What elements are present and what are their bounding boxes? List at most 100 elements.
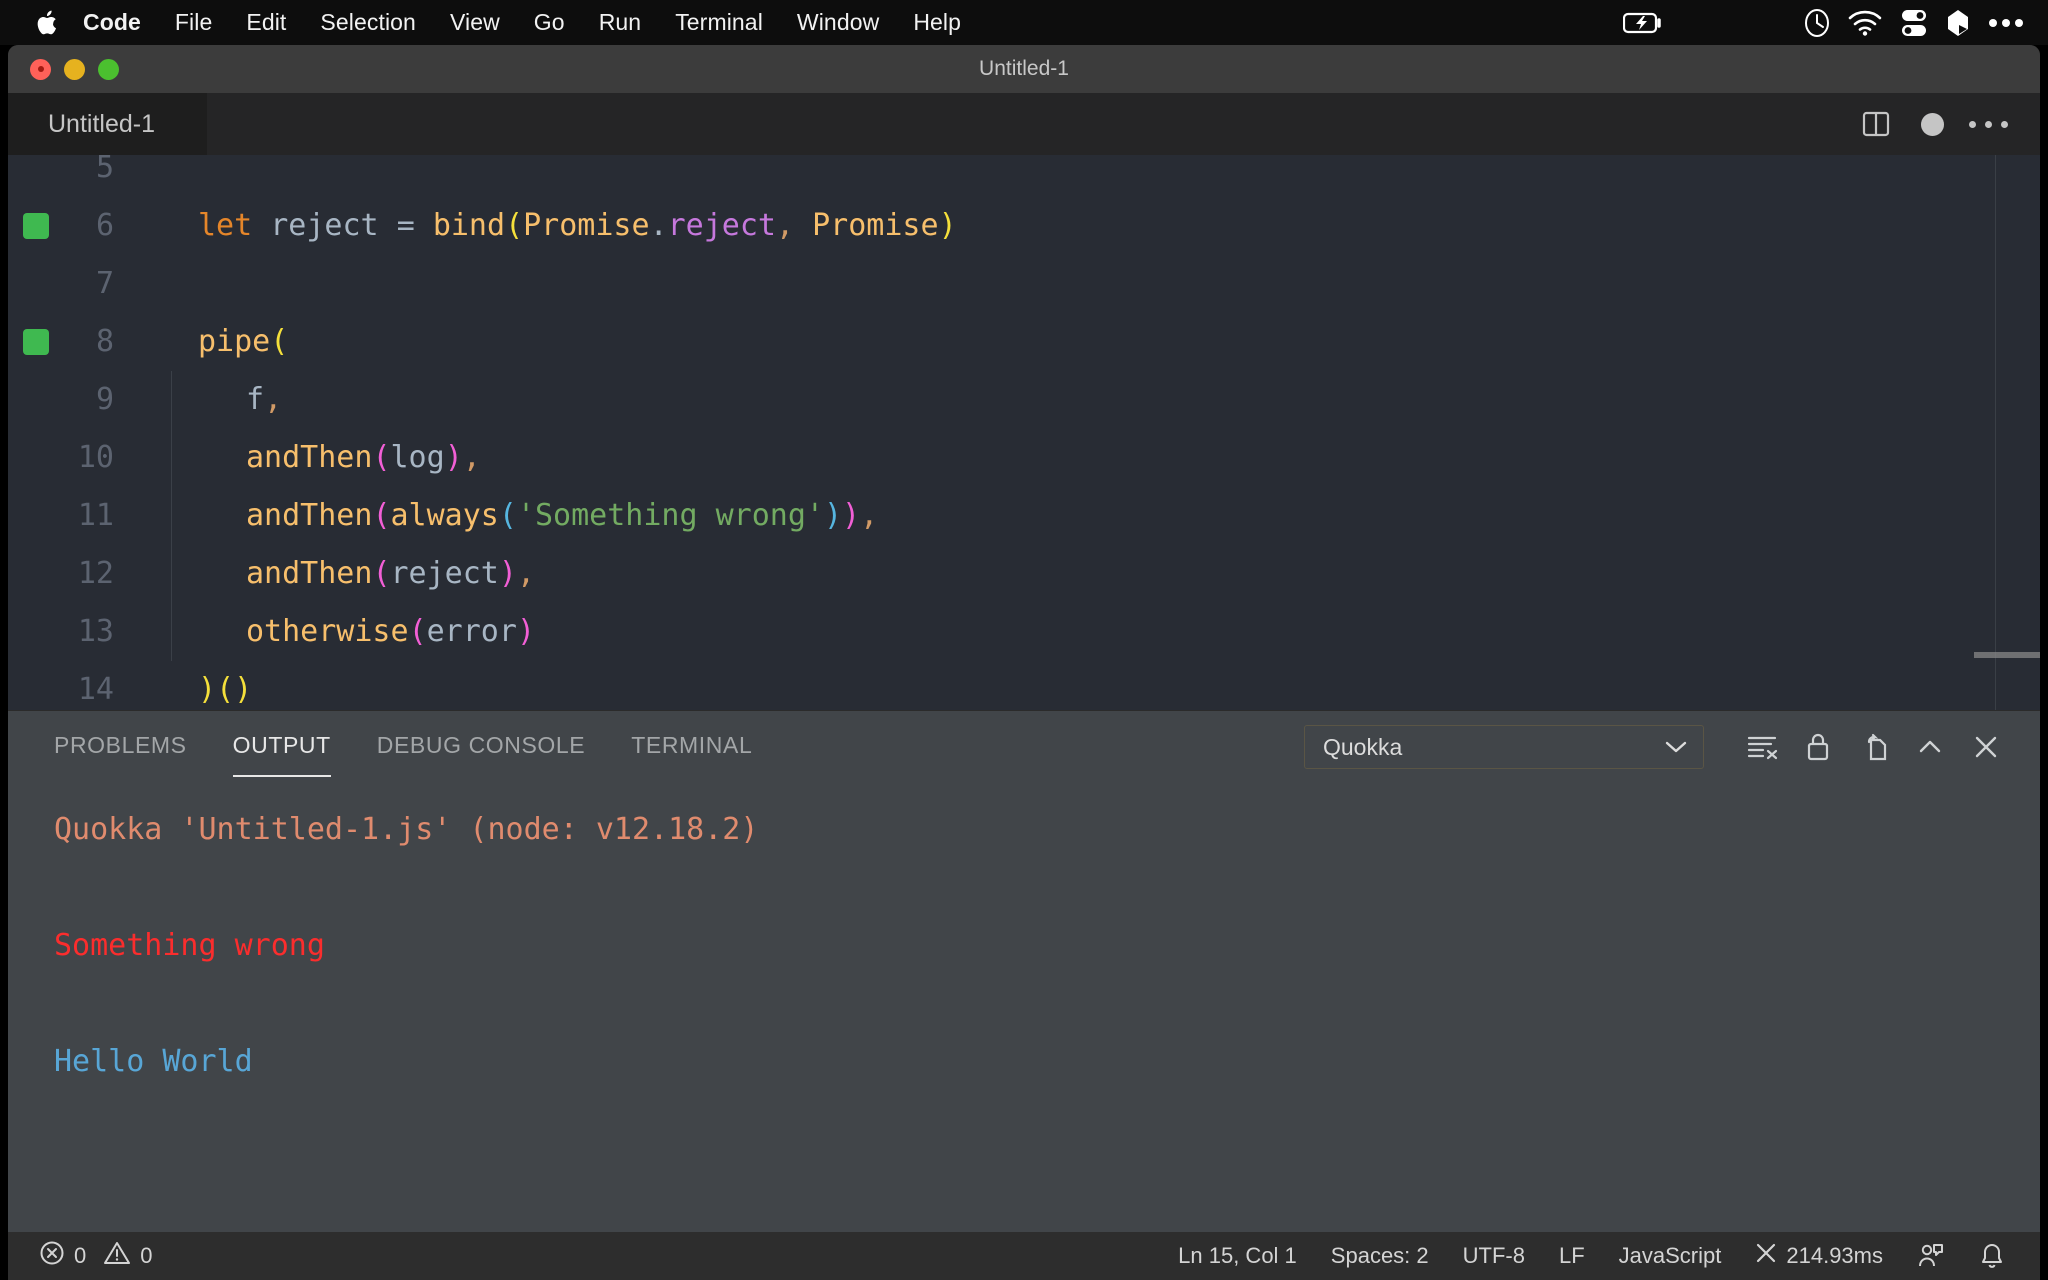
- line-number: 11: [77, 498, 114, 533]
- clear-output-icon[interactable]: [1734, 719, 1790, 775]
- code-token: (: [372, 440, 391, 475]
- code-line[interactable]: 5: [8, 155, 2040, 197]
- status-encoding[interactable]: UTF-8: [1446, 1232, 1542, 1280]
- error-circle-icon: [39, 1240, 65, 1272]
- menu-file[interactable]: File: [158, 0, 229, 45]
- panel-tab-problems[interactable]: PROBLEMS: [54, 723, 187, 771]
- editor-tabbar: Untitled-1: [8, 93, 2040, 155]
- chevron-down-icon: [1663, 734, 1689, 761]
- menu-terminal[interactable]: Terminal: [658, 0, 780, 45]
- panel-tab-terminal-label: TERMINAL: [631, 731, 753, 758]
- battery-charging-icon[interactable]: [1623, 12, 1663, 34]
- status-eol[interactable]: LF: [1542, 1232, 1602, 1280]
- code-line[interactable]: 6 let reject = bind(Promise.reject, Promi…: [8, 197, 2040, 255]
- code-token: reject: [667, 208, 776, 243]
- code-line[interactable]: 9 f,: [8, 371, 2040, 429]
- bell-icon[interactable]: [1962, 1232, 2022, 1280]
- code-token: ): [234, 672, 253, 707]
- editor-horizontal-scrollbar[interactable]: [1974, 652, 2040, 658]
- code-line[interactable]: 8 pipe(: [8, 313, 2040, 371]
- more-actions-icon[interactable]: [1960, 96, 2016, 152]
- spotlight-icon[interactable]: [1946, 8, 1970, 38]
- unsaved-dot-icon[interactable]: [1904, 96, 1960, 152]
- quokka-timing-value: 214.93ms: [1786, 1243, 1883, 1268]
- code-token: ,: [776, 208, 795, 243]
- menu-go[interactable]: Go: [517, 0, 582, 45]
- panel-tab-terminal[interactable]: TERMINAL: [631, 723, 752, 771]
- line-number: 7: [95, 266, 114, 301]
- output-blank-line: [54, 859, 2040, 917]
- menu-run[interactable]: Run: [582, 0, 659, 45]
- menu-selection[interactable]: Selection: [303, 0, 433, 45]
- code-token: ): [823, 498, 843, 533]
- status-language-mode[interactable]: JavaScript: [1602, 1232, 1739, 1280]
- output-content[interactable]: Quokka 'Untitled-1.js' (node: v12.18.2) …: [8, 783, 2040, 1232]
- editor-minimap-divider: [1995, 155, 1996, 710]
- status-bar: 0 0 Ln 15, Col 1 Spaces: 2 UTF-8 LF Java…: [8, 1232, 2040, 1280]
- lock-scroll-icon[interactable]: [1790, 719, 1846, 775]
- menu-window[interactable]: Window: [780, 0, 896, 45]
- code-token: (: [372, 556, 391, 591]
- status-cursor-position[interactable]: Ln 15, Col 1: [1161, 1232, 1314, 1280]
- code-token: ): [444, 440, 463, 475]
- code-token: reject: [390, 556, 499, 591]
- code-token: (: [505, 208, 524, 243]
- code-line[interactable]: 7: [8, 255, 2040, 313]
- output-line: Hello World: [54, 1044, 253, 1079]
- code-line[interactable]: 11 andThen(always('Something wrong')),: [8, 487, 2040, 545]
- status-bar-right: Ln 15, Col 1 Spaces: 2 UTF-8 LF JavaScri…: [1161, 1232, 2022, 1280]
- panel-tab-debug-console-label: DEBUG CONSOLE: [376, 731, 586, 758]
- code-token: reject: [270, 208, 397, 243]
- status-quokka-timing[interactable]: 214.93ms: [1738, 1232, 1900, 1280]
- panel-header: PROBLEMS OUTPUT DEBUG CONSOLE TERMINAL Q…: [8, 711, 2040, 783]
- menu-edit[interactable]: Edit: [229, 0, 303, 45]
- code-editor[interactable]: 5 6 let reject = bind(Promise.reject, Prom…: [8, 155, 2040, 710]
- panel-tab-debug-console[interactable]: DEBUG CONSOLE: [377, 723, 585, 771]
- status-problems[interactable]: 0 0: [22, 1232, 170, 1280]
- ellipsis-icon[interactable]: [1988, 18, 2024, 28]
- code-token: (: [498, 498, 517, 533]
- status-indentation[interactable]: Spaces: 2: [1314, 1232, 1446, 1280]
- code-line[interactable]: 14)(): [8, 661, 2040, 710]
- code-token: andThen: [246, 440, 373, 475]
- tab-untitled-1[interactable]: Untitled-1: [8, 93, 208, 155]
- code-line[interactable]: 13 otherwise(error): [8, 603, 2040, 661]
- quokka-coverage-marker-icon: [23, 329, 49, 355]
- feedback-person-icon[interactable]: [1900, 1232, 1962, 1280]
- indent-guide: [171, 429, 172, 487]
- code-line[interactable]: 10 andThen(log),: [8, 429, 2040, 487]
- clock-icon[interactable]: [1804, 8, 1830, 38]
- code-token: ,: [462, 440, 481, 475]
- code-text: let reject = bind(Promise.reject, Promis…: [138, 197, 957, 255]
- window-title: Untitled-1: [979, 57, 1069, 80]
- open-in-editor-icon[interactable]: [1846, 719, 1902, 775]
- menu-code[interactable]: Code: [66, 0, 158, 45]
- code-token: ,: [516, 556, 535, 591]
- code-token: bind: [432, 208, 506, 243]
- panel-tab-output[interactable]: OUTPUT: [232, 723, 331, 777]
- split-editor-icon[interactable]: [1848, 96, 1904, 152]
- line-number: 14: [77, 672, 114, 707]
- wifi-icon[interactable]: [1848, 10, 1882, 36]
- output-channel-select[interactable]: Quokka: [1304, 725, 1704, 769]
- panel-actions: Quokka: [1304, 711, 2014, 783]
- line-number: 9: [95, 382, 114, 417]
- output-blank-line: [54, 975, 2040, 1033]
- code-token: let: [198, 208, 271, 243]
- menubar-status-items: 1 KB/s 0 KB/s U: F: 18.67 GB 13.33 GB: [1565, 0, 2048, 60]
- code-token: andThen: [246, 556, 373, 591]
- code-line[interactable]: 12 andThen(reject),: [8, 545, 2040, 603]
- code-text: andThen(always('Something wrong')),: [138, 487, 878, 545]
- code-token: (: [270, 324, 289, 359]
- code-token: pipe: [198, 324, 271, 359]
- network-upload-speed: 1 KB/s: [1565, 0, 1609, 4]
- close-panel-icon[interactable]: [1958, 719, 2014, 775]
- control-center-icon[interactable]: [1900, 8, 1928, 38]
- code-text: otherwise(error): [138, 603, 535, 661]
- apple-logo-icon[interactable]: [30, 0, 66, 45]
- code-token: (: [372, 498, 391, 533]
- maximize-panel-icon[interactable]: [1902, 719, 1958, 775]
- code-token: log: [390, 440, 445, 475]
- menu-view[interactable]: View: [433, 0, 517, 45]
- menu-help[interactable]: Help: [896, 0, 978, 45]
